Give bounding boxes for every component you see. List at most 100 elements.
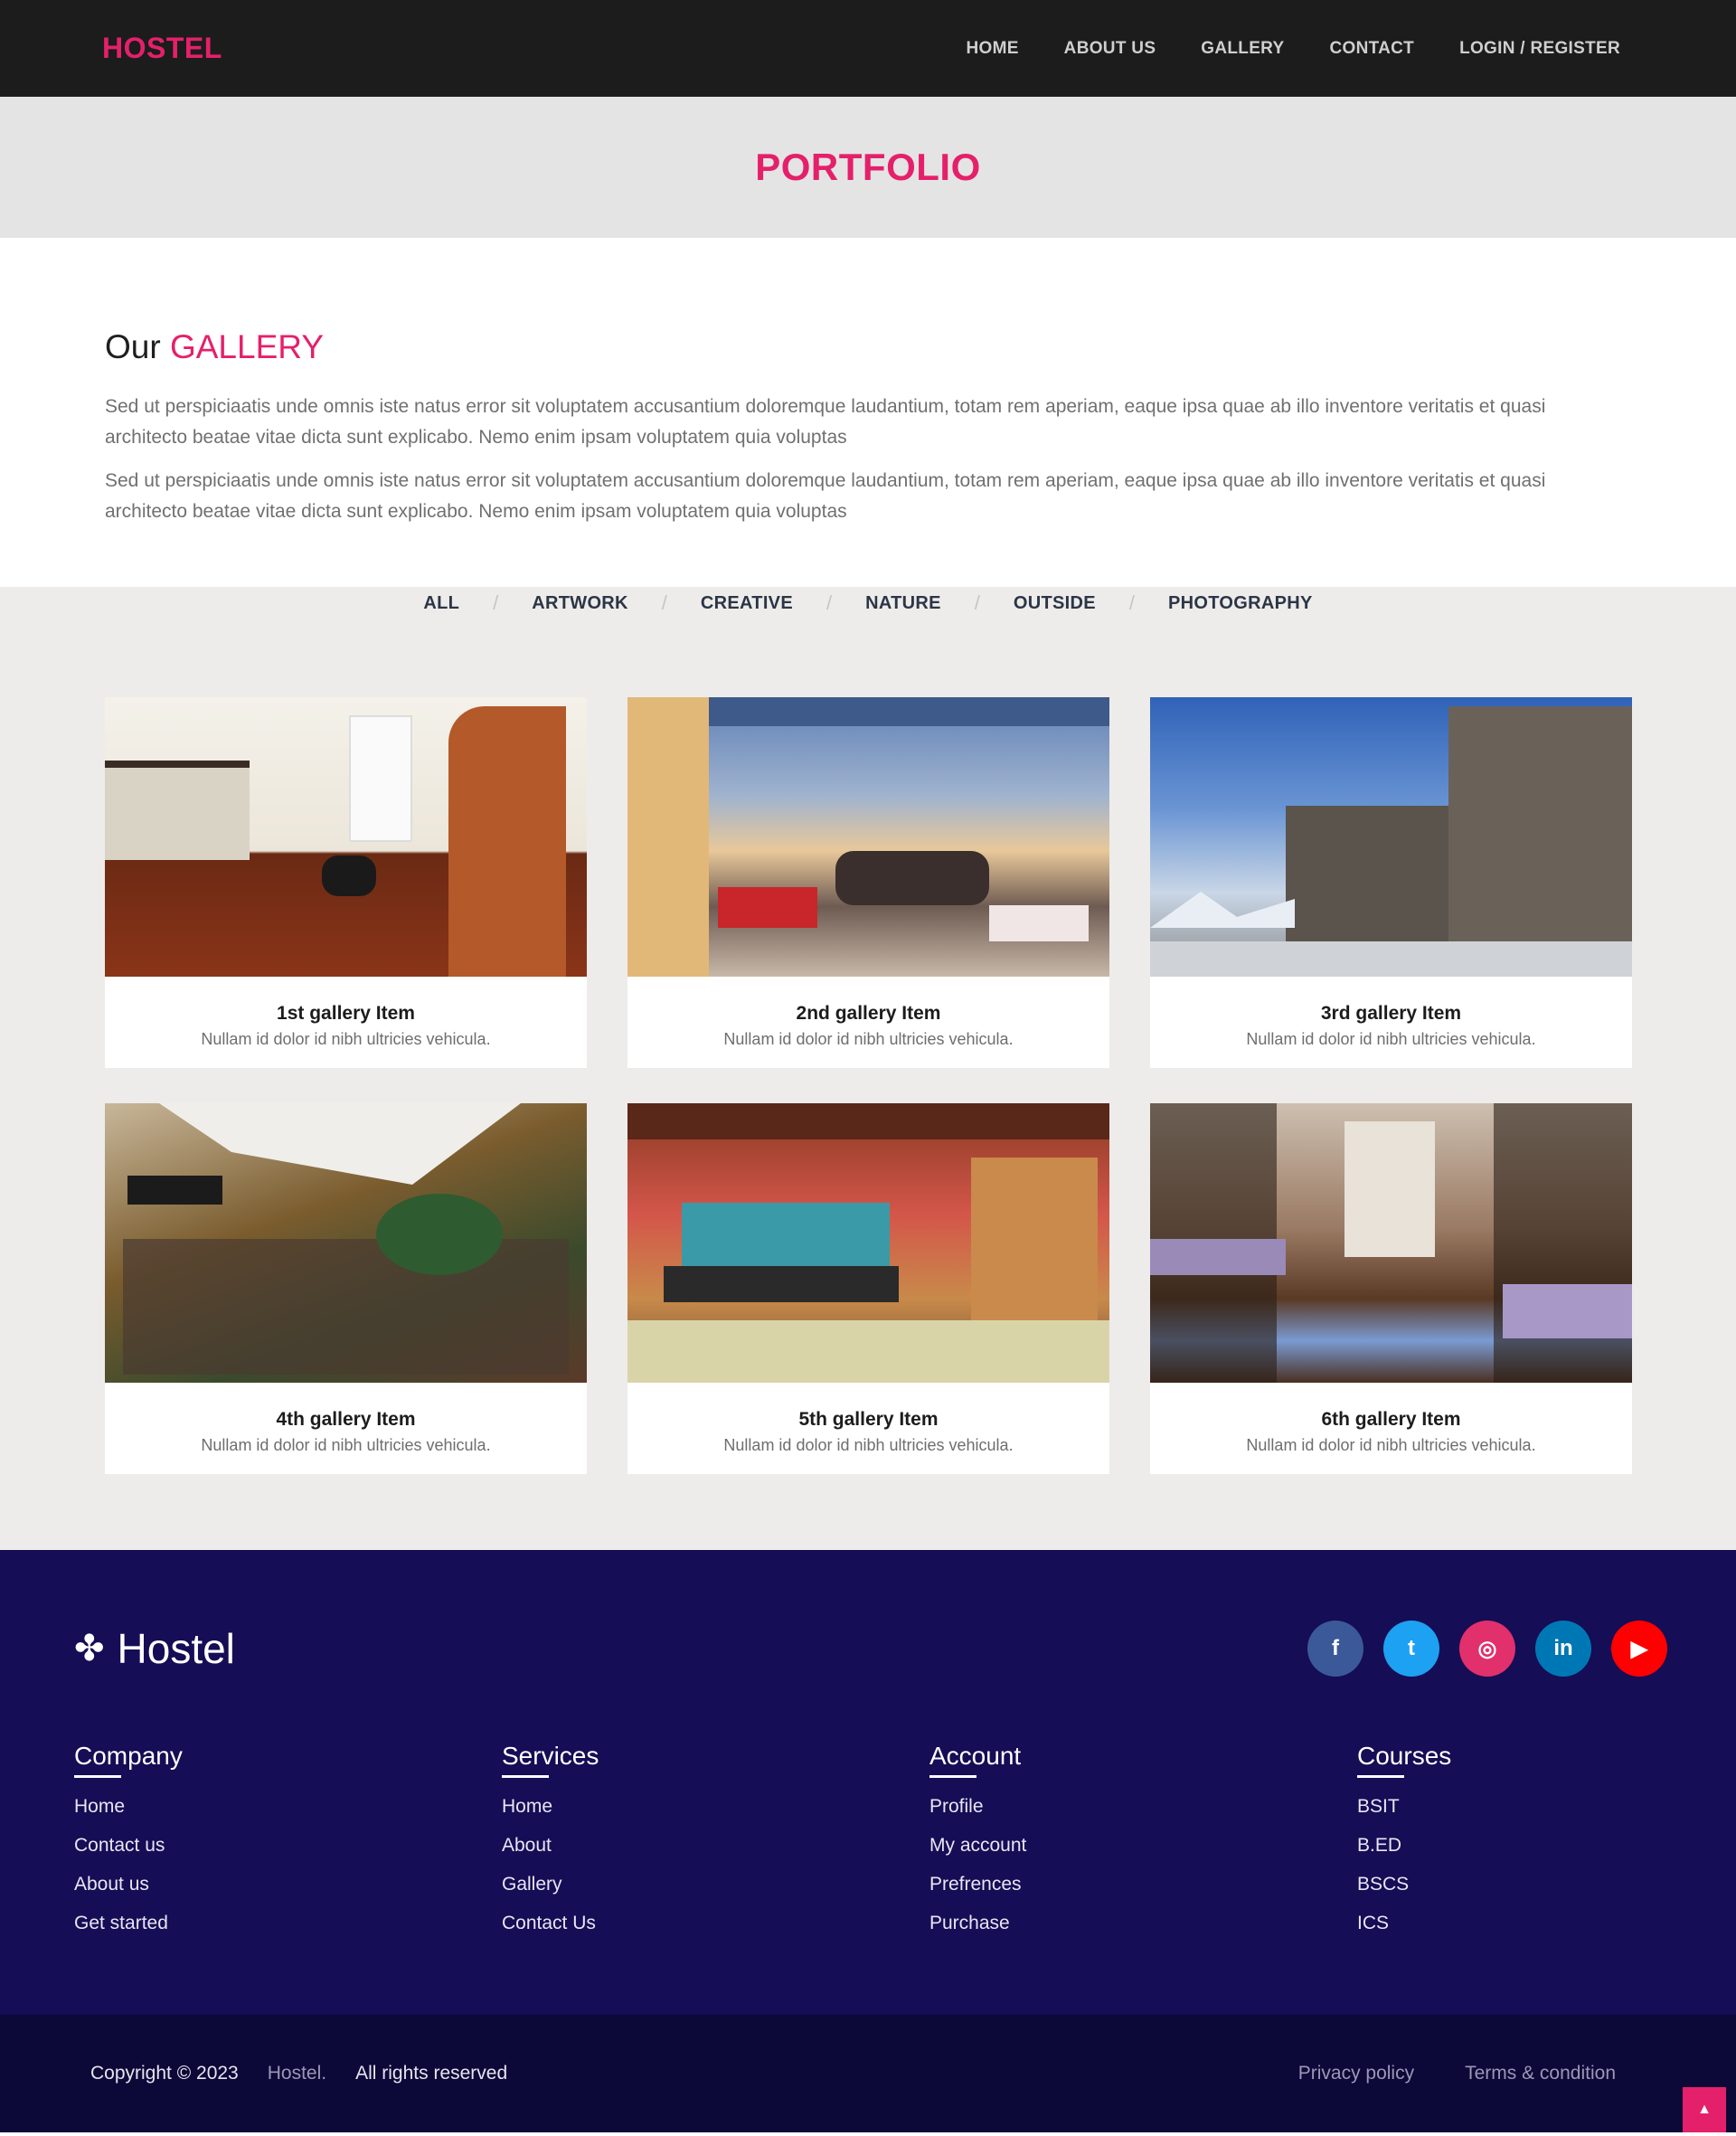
footer-link[interactable]: Profile (929, 1787, 1357, 1826)
nav-home[interactable]: HOME (966, 39, 1018, 59)
filter-divider: / (661, 591, 667, 614)
intro-paragraph: Sed ut perspiciaatis unde omnis iste nat… (105, 470, 1546, 522)
top-navbar: HOSTEL HOME ABOUT US GALLERY CONTACT LOG… (0, 0, 1736, 97)
wooden-panel-shape (448, 706, 566, 977)
gallery-image-building[interactable] (1150, 697, 1632, 977)
filter-artwork[interactable]: ARTWORK (532, 593, 628, 614)
youtube-icon[interactable]: ▶ (1611, 1621, 1667, 1677)
chair-shape (322, 855, 376, 896)
footer-column-company: Company Home Contact us About us Get sta… (74, 1742, 502, 1942)
heading-accent: GALLERY (169, 328, 324, 365)
footer-link[interactable]: Purchase (929, 1904, 1357, 1942)
nav-login-register[interactable]: LOGIN / REGISTER (1459, 39, 1620, 59)
card-meta: 5th gallery Item Nullam id dolor id nibh… (627, 1383, 1109, 1455)
footer-link[interactable]: Prefrences (929, 1865, 1357, 1904)
card-meta: 4th gallery Item Nullam id dolor id nibh… (105, 1383, 587, 1455)
terms-link[interactable]: Terms & condition (1465, 2063, 1616, 2084)
filter-all[interactable]: ALL (423, 593, 459, 614)
gallery-card[interactable]: 3rd gallery Item Nullam id dolor id nibh… (1150, 697, 1632, 1068)
social-links: f t ◎ in ▶ (1307, 1621, 1667, 1677)
twitter-icon[interactable]: t (1383, 1621, 1439, 1677)
footer-link[interactable]: BSCS (1357, 1865, 1736, 1904)
intro-paragraph: Sed ut perspiciaatis unde omnis iste nat… (105, 396, 1546, 448)
heading-prefix: Our (105, 328, 161, 365)
footer-link[interactable]: Contact us (74, 1826, 502, 1865)
filter-divider: / (493, 591, 499, 614)
gallery-card[interactable]: 6th gallery Item Nullam id dolor id nibh… (1150, 1103, 1632, 1474)
white-table-shape (989, 905, 1089, 941)
ceiling-shape (627, 1103, 1109, 1139)
footer-link[interactable]: Gallery (502, 1865, 929, 1904)
footer-link[interactable]: About us (74, 1865, 502, 1904)
footer-link[interactable]: B.ED (1357, 1826, 1736, 1865)
chevron-up-icon: ▲ (1697, 2102, 1712, 2117)
filter-divider: / (1128, 591, 1135, 614)
nav-contact[interactable]: CONTACT (1329, 39, 1414, 59)
footer-column-courses: Courses BSIT B.ED BSCS ICS (1357, 1742, 1736, 1942)
teal-wall-shape (682, 1203, 890, 1266)
filter-nature[interactable]: NATURE (865, 593, 941, 614)
footer-column-account: Account Profile My account Prefrences Pu… (929, 1742, 1357, 1942)
card-description: Nullam id dolor id nibh ultricies vehicu… (201, 1030, 491, 1048)
brand-logo[interactable]: HOSTEL (102, 32, 222, 65)
gallery-image-japanese-room[interactable] (627, 1103, 1109, 1383)
gallery-card[interactable]: 5th gallery Item Nullam id dolor id nibh… (627, 1103, 1109, 1474)
wall-shape (627, 697, 709, 977)
tower-shape (1448, 706, 1632, 959)
nav-links: HOME ABOUT US GALLERY CONTACT LOGIN / RE… (966, 39, 1620, 59)
facebook-icon[interactable]: f (1307, 1621, 1363, 1677)
page-title: PORTFOLIO (755, 146, 981, 188)
canopy-shape (159, 1103, 521, 1185)
footer-link[interactable]: About (502, 1826, 929, 1865)
legal-links: Privacy policy Terms & condition (1298, 2063, 1616, 2084)
footer-link[interactable]: Home (502, 1787, 929, 1826)
card-meta: 6th gallery Item Nullam id dolor id nibh… (1150, 1383, 1632, 1455)
filter-outside[interactable]: OUTSIDE (1014, 593, 1096, 614)
footer-link[interactable]: Contact Us (502, 1904, 929, 1942)
nav-gallery[interactable]: GALLERY (1201, 39, 1284, 59)
card-title[interactable]: 6th gallery Item (1150, 1409, 1632, 1431)
window-shape (349, 715, 412, 842)
rights-text: All rights reserved (355, 2063, 508, 2084)
card-meta: 2nd gallery Item Nullam id dolor id nibh… (627, 977, 1109, 1049)
gallery-card[interactable]: 2nd gallery Item Nullam id dolor id nibh… (627, 697, 1109, 1068)
gallery-section: ALL / ARTWORK / CREATIVE / NATURE / OUTS… (0, 587, 1736, 1550)
page-banner: PORTFOLIO (0, 97, 1736, 238)
shelf-shape (971, 1158, 1098, 1320)
footer-link[interactable]: Home (74, 1787, 502, 1826)
card-title[interactable]: 4th gallery Item (105, 1409, 587, 1431)
gallery-card[interactable]: 1st gallery Item Nullam id dolor id nibh… (105, 697, 587, 1068)
card-meta: 3rd gallery Item Nullam id dolor id nibh… (1150, 977, 1632, 1049)
card-title[interactable]: 1st gallery Item (105, 1003, 587, 1025)
gallery-image-courtyard[interactable] (105, 1103, 587, 1383)
gallery-image-bunk-room[interactable] (1150, 1103, 1632, 1383)
footer-link[interactable]: ICS (1357, 1904, 1736, 1942)
copyright-block: Copyright © 2023 Hostel. All rights rese… (90, 2063, 507, 2084)
card-title[interactable]: 2nd gallery Item (627, 1003, 1109, 1025)
gallery-card[interactable]: 4th gallery Item Nullam id dolor id nibh… (105, 1103, 587, 1474)
privacy-policy-link[interactable]: Privacy policy (1298, 2063, 1414, 2084)
crowd-shape (123, 1239, 569, 1375)
footer-link[interactable]: Get started (74, 1904, 502, 1942)
card-title[interactable]: 3rd gallery Item (1150, 1003, 1632, 1025)
footer-link[interactable]: My account (929, 1826, 1357, 1865)
gallery-image-dorm-room[interactable] (105, 697, 587, 977)
gallery-image-terrace[interactable] (627, 697, 1109, 977)
nav-about-us[interactable]: ABOUT US (1064, 39, 1156, 59)
cars-shape (1150, 941, 1632, 977)
card-description: Nullam id dolor id nibh ultricies vehicu… (201, 1436, 491, 1454)
card-title[interactable]: 5th gallery Item (627, 1409, 1109, 1431)
footer-link[interactable]: BSIT (1357, 1787, 1736, 1826)
back-to-top-button[interactable]: ▲ (1683, 2087, 1726, 2132)
filter-photography[interactable]: PHOTOGRAPHY (1168, 593, 1313, 614)
red-table-shape (718, 887, 817, 928)
people-group-shape (835, 851, 989, 905)
card-description: Nullam id dolor id nibh ultricies vehicu… (723, 1436, 1014, 1454)
instagram-icon[interactable]: ◎ (1459, 1621, 1515, 1677)
footer-brand[interactable]: ✤ Hostel (74, 1624, 235, 1673)
filter-creative[interactable]: CREATIVE (701, 593, 793, 614)
copyright-brand[interactable]: Hostel. (268, 2063, 326, 2084)
linkedin-icon[interactable]: in (1535, 1621, 1591, 1677)
footer-column-services: Services Home About Gallery Contact Us (502, 1742, 929, 1942)
card-description: Nullam id dolor id nibh ultricies vehicu… (1246, 1030, 1536, 1048)
